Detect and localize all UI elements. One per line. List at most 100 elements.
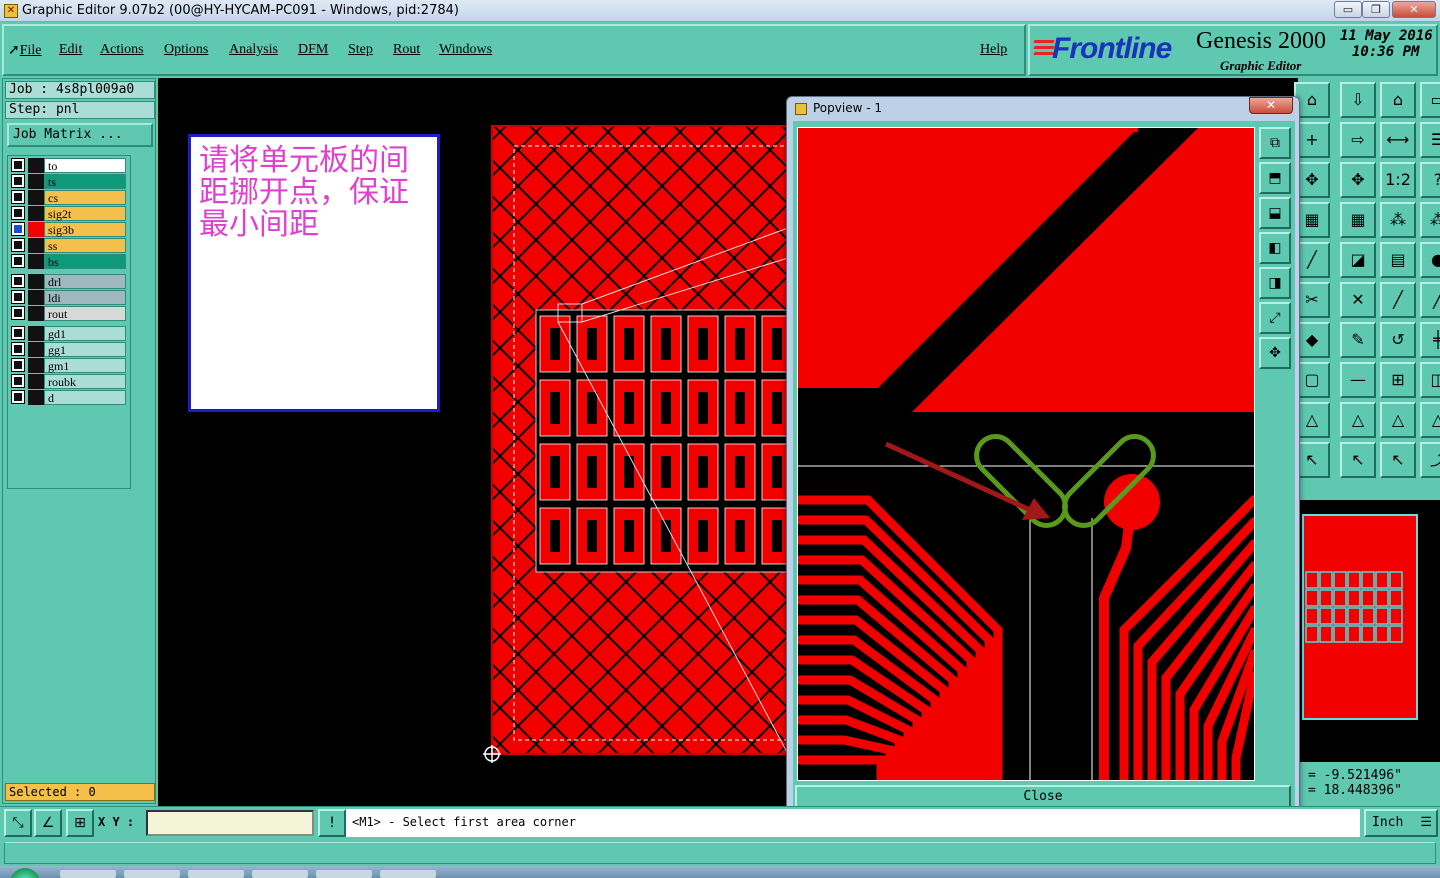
layer-stack-icon[interactable]: ☰ [1420, 122, 1440, 158]
menu-file[interactable]: ➚File [8, 42, 42, 59]
menu-windows[interactable]: Windows [439, 42, 492, 58]
triangle-icon-2[interactable]: △ [1340, 402, 1376, 438]
layer-checkbox[interactable] [11, 158, 25, 172]
shapes-icon[interactable]: ◫ [1420, 362, 1440, 398]
popview-canvas[interactable] [797, 127, 1255, 781]
pan-down-icon[interactable]: ⇩ [1340, 82, 1376, 118]
layer-row-ts[interactable]: ts [10, 174, 128, 189]
layer-row-ss[interactable]: ss [10, 238, 128, 253]
restore-button[interactable]: ❐ [1362, 1, 1390, 18]
zoom-area-icon[interactable]: ⤡ [4, 809, 32, 837]
taskbar-item[interactable] [252, 870, 308, 878]
popview-close-icon[interactable]: ✕ [1249, 97, 1293, 114]
layer-checkbox[interactable] [11, 206, 25, 220]
right-arrow-icon[interactable]: ◨ [1259, 267, 1291, 299]
select-icon[interactable]: ↖ [1340, 442, 1376, 478]
close-window-button[interactable]: ✕ [1392, 1, 1436, 18]
snap-angle-icon[interactable]: ∠ [34, 809, 62, 837]
layer-row-ldi[interactable]: ldi [10, 290, 128, 305]
zoom-home-icon[interactable]: ⌂ [1380, 82, 1416, 118]
undo-icon[interactable]: ↺ [1380, 322, 1416, 358]
menu-rout[interactable]: Rout [393, 42, 420, 58]
help-icon[interactable]: ? [1420, 162, 1440, 198]
layer-checkbox[interactable] [11, 358, 25, 372]
unit-slot [587, 392, 597, 424]
layer-checkbox[interactable] [11, 174, 25, 188]
fit-icon[interactable]: ⤢ [1259, 302, 1291, 334]
layer-row-d[interactable]: d [10, 390, 128, 405]
layer-checkbox[interactable] [11, 190, 25, 204]
layer-checkbox[interactable] [11, 342, 25, 356]
layer-row-drl[interactable]: drl [10, 274, 128, 289]
minus-icon[interactable]: — [1340, 362, 1376, 398]
netlist-icon-2[interactable]: ⁂ [1420, 202, 1440, 238]
layer-checkbox[interactable] [11, 374, 25, 388]
line-icon-2[interactable]: ╱ [1420, 282, 1440, 318]
layer-row-rout[interactable]: rout [10, 306, 128, 321]
layer-row-gg1[interactable]: gg1 [10, 342, 128, 357]
layer-checkbox[interactable] [11, 222, 25, 236]
layer-row-cs[interactable]: cs [10, 190, 128, 205]
color-icon[interactable]: ◪ [1340, 242, 1376, 278]
taskbar-item[interactable] [124, 870, 180, 878]
menu-edit[interactable]: Edit [59, 42, 82, 58]
layer-checkbox[interactable] [11, 274, 25, 288]
taskbar-item[interactable] [316, 870, 372, 878]
layer-name: roubk [44, 374, 126, 389]
menu-step[interactable]: Step [348, 42, 373, 58]
window-icon[interactable]: ▭ [1420, 82, 1440, 118]
up-layer-icon[interactable]: ⬒ [1259, 162, 1291, 194]
taskbar-item[interactable] [380, 870, 436, 878]
menu-dfm[interactable]: DFM [298, 42, 328, 58]
pan-right-icon[interactable]: ⇨ [1340, 122, 1376, 158]
layer-row-bs[interactable]: bs [10, 254, 128, 269]
layer-checkbox[interactable] [11, 326, 25, 340]
ruler-icon[interactable]: ▤ [1380, 242, 1416, 278]
split-icon[interactable]: ╪ [1420, 322, 1440, 358]
overview-panel[interactable] [1300, 500, 1440, 762]
menu-analysis[interactable]: Analysis [229, 42, 278, 58]
alert-icon[interactable]: ! [318, 809, 346, 837]
circle-icon[interactable]: ● [1420, 242, 1440, 278]
cross-icon[interactable]: ✕ [1340, 282, 1376, 318]
units-selector[interactable]: Inch ☰ [1364, 809, 1438, 837]
netlist-icon[interactable]: ⁂ [1380, 202, 1416, 238]
taskbar-item[interactable] [60, 870, 116, 878]
left-arrow-icon[interactable]: ◧ [1259, 232, 1291, 264]
grid-snap-icon[interactable]: ⊞ [66, 809, 94, 837]
menu-help[interactable]: Help [980, 42, 1007, 58]
zoom-home-icon[interactable]: ✥ [1259, 337, 1291, 369]
grid-icon-2[interactable]: ▦ [1340, 202, 1376, 238]
menu-actions[interactable]: Actions [100, 42, 144, 58]
triangle-icon-4[interactable]: △ [1420, 402, 1440, 438]
job-matrix-button[interactable]: Job Matrix ... [7, 123, 153, 147]
measure-icon[interactable]: ⊞ [1380, 362, 1416, 398]
frame-icon[interactable]: ⧉ [1259, 127, 1291, 159]
layer-row-to[interactable]: to [10, 158, 128, 173]
triangle-icon-3[interactable]: △ [1380, 402, 1416, 438]
select-icon-2[interactable]: ↖ [1380, 442, 1416, 478]
center-icon[interactable]: ✥ [1340, 162, 1376, 198]
start-orb-icon[interactable] [10, 868, 40, 878]
step-icon[interactable]: ⤴ [1420, 442, 1440, 478]
down-layer-icon[interactable]: ⬓ [1259, 197, 1291, 229]
taskbar-item[interactable] [188, 870, 244, 878]
xy-input[interactable] [146, 810, 314, 836]
layer-checkbox[interactable] [11, 290, 25, 304]
layer-row-gm1[interactable]: gm1 [10, 358, 128, 373]
flip-icon[interactable]: ⟷ [1380, 122, 1416, 158]
pencil-icon[interactable]: ✎ [1340, 322, 1376, 358]
minimize-button[interactable]: ▭ [1334, 1, 1362, 18]
unit-slot [772, 456, 782, 488]
scale-icon[interactable]: 1:2 [1380, 162, 1416, 198]
layer-checkbox[interactable] [11, 254, 25, 268]
line-icon[interactable]: ╱ [1380, 282, 1416, 318]
layer-row-sig2t[interactable]: sig2t [10, 206, 128, 221]
layer-checkbox[interactable] [11, 306, 25, 320]
menu-options[interactable]: Options [164, 42, 208, 58]
layer-row-roubk[interactable]: roubk [10, 374, 128, 389]
layer-row-gd1[interactable]: gd1 [10, 326, 128, 341]
layer-checkbox[interactable] [11, 390, 25, 404]
layer-row-sig3b[interactable]: sig3b [10, 222, 128, 237]
layer-checkbox[interactable] [11, 238, 25, 252]
